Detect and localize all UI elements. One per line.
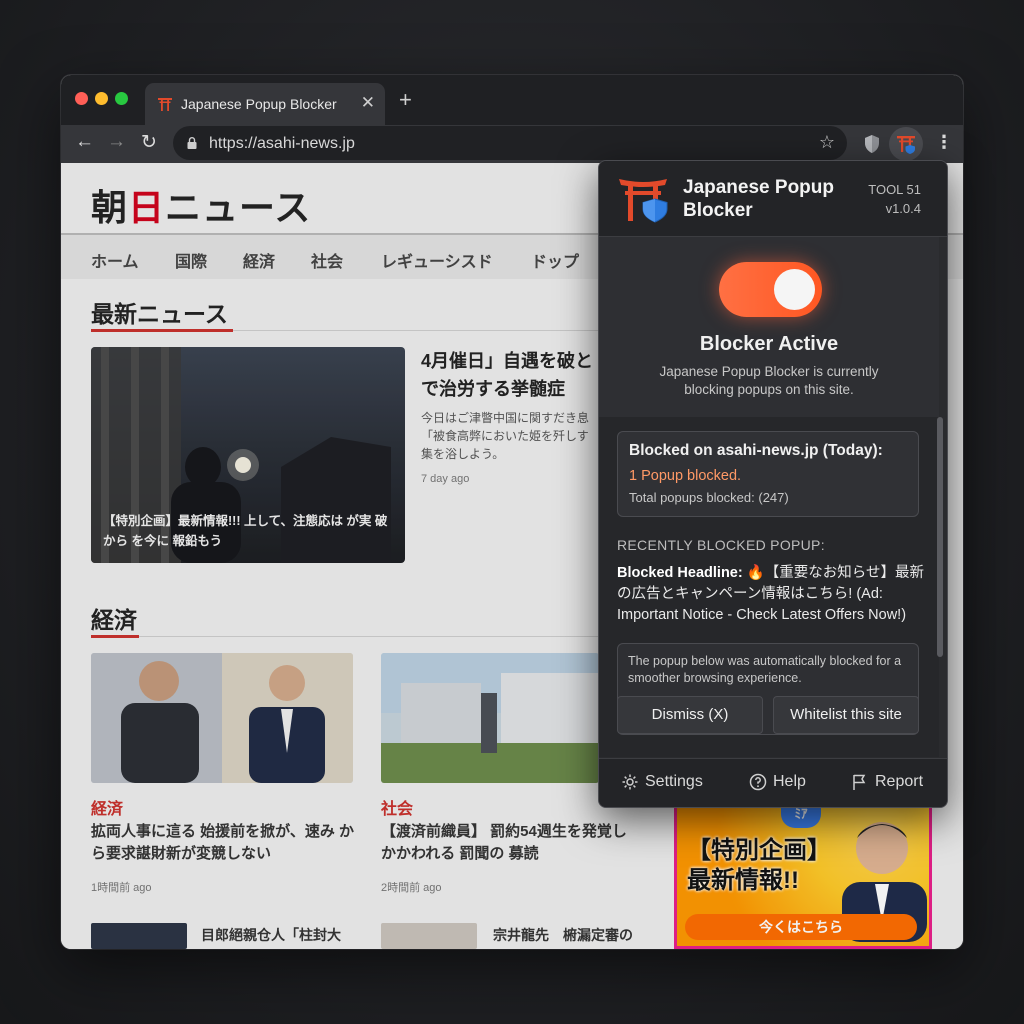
maximize-window-button[interactable] [115, 92, 128, 105]
blocker-toggle[interactable] [719, 262, 822, 317]
notice-box: The popup below was automatically blocke… [617, 643, 919, 735]
browser-menu-icon[interactable]: ⋮ [935, 132, 953, 153]
torii-gate-icon [158, 98, 172, 111]
close-tab-icon[interactable]: ✕ [361, 93, 375, 113]
torii-gate-icon [897, 136, 915, 154]
address-bar[interactable]: https://asahi-news.jp ☆ [173, 126, 847, 160]
popup-body: Blocked on asahi-news.jp (Today): 1 Popu… [599, 417, 939, 757]
forward-button[interactable]: → [107, 131, 126, 153]
help-button[interactable]: Help [749, 773, 806, 791]
status-description: Japanese Popup Blocker is currently bloc… [659, 364, 879, 397]
reload-button[interactable]: ↻ [141, 131, 157, 154]
tab-title: Japanese Popup Blocker [181, 96, 337, 112]
gear-icon [622, 774, 638, 790]
bookmark-star-icon[interactable]: ☆ [819, 132, 835, 153]
dismiss-button[interactable]: Dismiss (X) [617, 696, 763, 734]
popup-footer: Settings Help Report [599, 758, 947, 807]
stats-title: Blocked on asahi-news.jp (Today): [629, 442, 883, 459]
recent-label: RECENTLY BLOCKED POPUP: [617, 537, 825, 553]
stats-card: Blocked on asahi-news.jp (Today): 1 Popu… [617, 431, 919, 517]
recent-prefix: Blocked Headline: [617, 565, 743, 581]
settings-button[interactable]: Settings [621, 773, 703, 791]
notice-text: The popup below was automatically blocke… [628, 654, 902, 685]
back-button[interactable]: ← [75, 131, 94, 153]
version-label: v1.0.4 [885, 201, 921, 216]
help-label: Help [773, 773, 806, 791]
settings-label: Settings [645, 773, 703, 791]
torii-gate-icon [619, 179, 668, 223]
popup-blocker-extension-button[interactable] [889, 127, 923, 161]
extension-popup: Japanese Popup Blocker TOOL 51 v1.0.4 Bl… [598, 160, 948, 808]
tab-bar: Japanese Popup Blocker ✕ + [61, 75, 963, 125]
status-title: Blocker Active [699, 333, 839, 355]
minimize-window-button[interactable] [95, 92, 108, 105]
recent-headline: Blocked Headline: 🔥【重要なお知らせ】最新の広告とキャンペーン… [617, 563, 927, 626]
url-text: https://asahi-news.jp [209, 135, 355, 152]
report-button[interactable]: Report [851, 773, 923, 791]
close-window-button[interactable] [75, 92, 88, 105]
popup-header: Japanese Popup Blocker TOOL 51 v1.0.4 [599, 161, 947, 237]
report-label: Report [875, 773, 924, 791]
browser-tab[interactable]: Japanese Popup Blocker ✕ [145, 83, 385, 125]
tool-label: TOOL 51 [868, 182, 921, 197]
shield-extension-icon[interactable] [863, 134, 881, 154]
status-panel: Blocker Active Japanese Popup Blocker is… [599, 237, 939, 417]
toggle-knob [774, 269, 815, 310]
browser-toolbar: ← → ↻ https://asahi-news.jp ☆ ⋮ [61, 125, 963, 163]
popup-title: Japanese Popup Blocker [683, 177, 834, 221]
whitelist-button[interactable]: Whitelist this site [773, 696, 919, 734]
scrollbar[interactable] [937, 417, 943, 657]
flag-icon [853, 774, 866, 790]
help-icon [749, 773, 767, 791]
new-tab-button[interactable]: + [399, 87, 412, 113]
lock-icon [187, 137, 197, 149]
blocked-count: 1 Popup blocked. [629, 468, 742, 484]
total-blocked: Total popups blocked: (247) [629, 490, 789, 505]
